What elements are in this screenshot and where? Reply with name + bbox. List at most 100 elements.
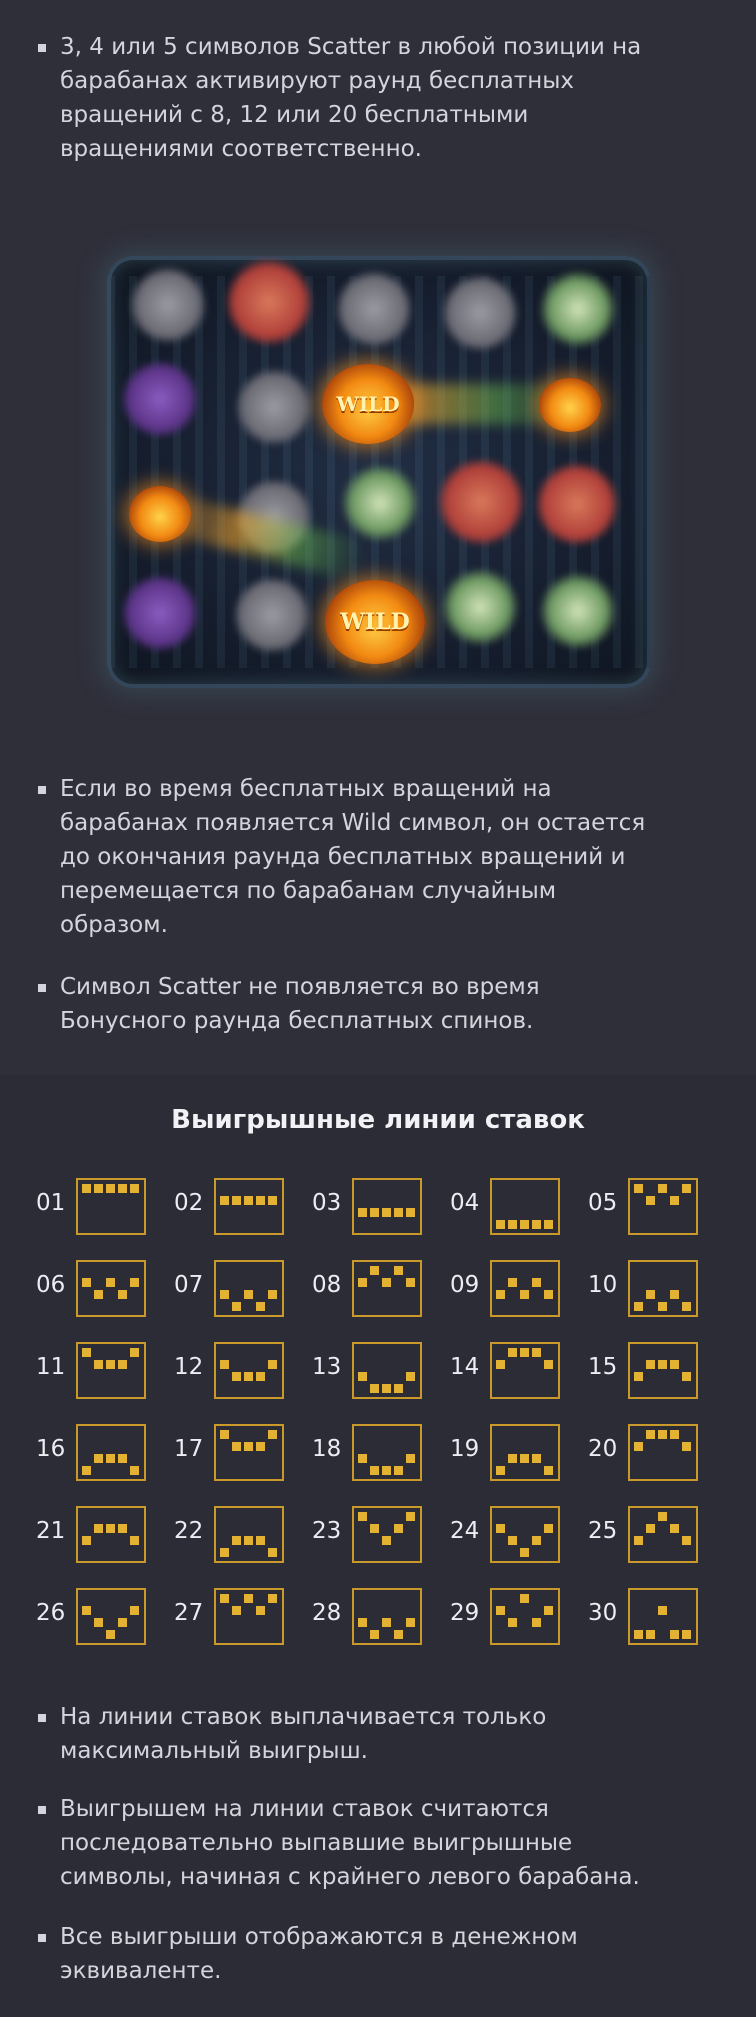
payline-cell <box>358 1372 367 1381</box>
payline-item: 13 <box>312 1342 442 1404</box>
payline-cell <box>658 1184 667 1193</box>
payline-cell <box>256 1606 265 1615</box>
payline-cell <box>532 1278 541 1287</box>
payline-diagram <box>352 1506 422 1563</box>
payline-cell <box>82 1606 91 1615</box>
payline-number: 24 <box>450 1518 480 1544</box>
payline-cell <box>394 1630 403 1639</box>
payline-cell <box>520 1348 529 1357</box>
payline-cell <box>394 1384 403 1393</box>
payline-number: 07 <box>174 1272 204 1298</box>
bullet-icon <box>38 1714 46 1722</box>
payline-diagram <box>76 1178 146 1235</box>
payline-cell <box>358 1208 367 1217</box>
payline-cell <box>658 1360 667 1369</box>
payline-cell <box>670 1430 679 1439</box>
payline-cell <box>532 1536 541 1545</box>
payline-number: 08 <box>312 1272 342 1298</box>
payline-number: 16 <box>36 1436 66 1462</box>
payline-cell <box>268 1430 277 1439</box>
bullet-icon <box>38 786 46 794</box>
payline-cell <box>406 1454 415 1463</box>
payline-cell <box>682 1184 691 1193</box>
payline-cell <box>382 1618 391 1627</box>
payline-item: 26 <box>36 1588 166 1650</box>
payline-cell <box>496 1606 505 1615</box>
payline-number: 21 <box>36 1518 66 1544</box>
payline-cell <box>508 1278 517 1287</box>
payline-cell <box>406 1512 415 1521</box>
payline-cell <box>658 1606 667 1615</box>
payline-item: 18 <box>312 1424 442 1486</box>
payline-cell <box>382 1208 391 1217</box>
payline-cell <box>220 1594 229 1603</box>
payline-cell <box>532 1220 541 1229</box>
rule-bullet-max-win: На линии ставок выплачивается только мак… <box>38 1700 728 1768</box>
payline-item: 27 <box>174 1588 304 1650</box>
payline-item: 02 <box>174 1178 304 1240</box>
payline-cell <box>508 1454 517 1463</box>
payline-cell <box>94 1618 103 1627</box>
bullet-icon <box>38 1934 46 1942</box>
payline-cell <box>94 1184 103 1193</box>
payline-item: 04 <box>450 1178 580 1240</box>
payline-cell <box>118 1184 127 1193</box>
bullet-icon <box>38 984 46 992</box>
payline-number: 09 <box>450 1272 480 1298</box>
payline-cell <box>532 1454 541 1463</box>
payline-cell <box>358 1512 367 1521</box>
payline-cell <box>244 1290 253 1299</box>
cat-symbol <box>539 572 617 650</box>
payline-cell <box>268 1196 277 1205</box>
payline-number: 13 <box>312 1354 342 1380</box>
payline-item: 05 <box>588 1178 718 1240</box>
payline-diagram <box>352 1424 422 1481</box>
payline-diagram <box>628 1506 698 1563</box>
payline-cell <box>544 1524 553 1533</box>
payline-number: 10 <box>588 1272 618 1298</box>
payline-cell <box>94 1360 103 1369</box>
payline-diagram <box>352 1342 422 1399</box>
payline-cell <box>268 1548 277 1557</box>
payline-number: 05 <box>588 1190 618 1216</box>
payline-cell <box>82 1348 91 1357</box>
payline-diagram <box>76 1342 146 1399</box>
payline-cell <box>646 1630 655 1639</box>
payline-cell <box>94 1524 103 1533</box>
game-preview-image: WILD WILD <box>107 256 651 688</box>
payline-cell <box>634 1302 643 1311</box>
payline-cell <box>658 1302 667 1311</box>
payline-cell <box>106 1278 115 1287</box>
payline-diagram <box>214 1260 284 1317</box>
payline-item: 15 <box>588 1342 718 1404</box>
payline-cell <box>256 1196 265 1205</box>
payline-cell <box>646 1524 655 1533</box>
heart-symbol <box>335 270 413 348</box>
payline-diagram <box>76 1588 146 1645</box>
club-symbol <box>129 266 207 344</box>
payline-diagram <box>352 1260 422 1317</box>
payline-item: 23 <box>312 1506 442 1568</box>
payline-cell <box>544 1290 553 1299</box>
payline-item: 29 <box>450 1588 580 1650</box>
payline-cell <box>646 1196 655 1205</box>
payline-cell <box>82 1278 91 1287</box>
payline-cell <box>496 1524 505 1533</box>
rule-text: Все выигрыши отображаются в денежном экв… <box>60 1924 578 1984</box>
payline-cell <box>406 1372 415 1381</box>
payline-cell <box>682 1630 691 1639</box>
payline-cell <box>382 1278 391 1287</box>
payline-cell <box>82 1466 91 1475</box>
payline-cell <box>220 1548 229 1557</box>
payline-cell <box>256 1442 265 1451</box>
payline-cell <box>256 1302 265 1311</box>
payline-cell <box>268 1360 277 1369</box>
payline-cell <box>394 1266 403 1275</box>
payline-number: 02 <box>174 1190 204 1216</box>
payline-cell <box>106 1524 115 1533</box>
payline-number: 26 <box>36 1600 66 1626</box>
payline-item: 25 <box>588 1506 718 1568</box>
payline-diagram <box>628 1260 698 1317</box>
payline-cell <box>406 1208 415 1217</box>
payline-cell <box>232 1196 241 1205</box>
